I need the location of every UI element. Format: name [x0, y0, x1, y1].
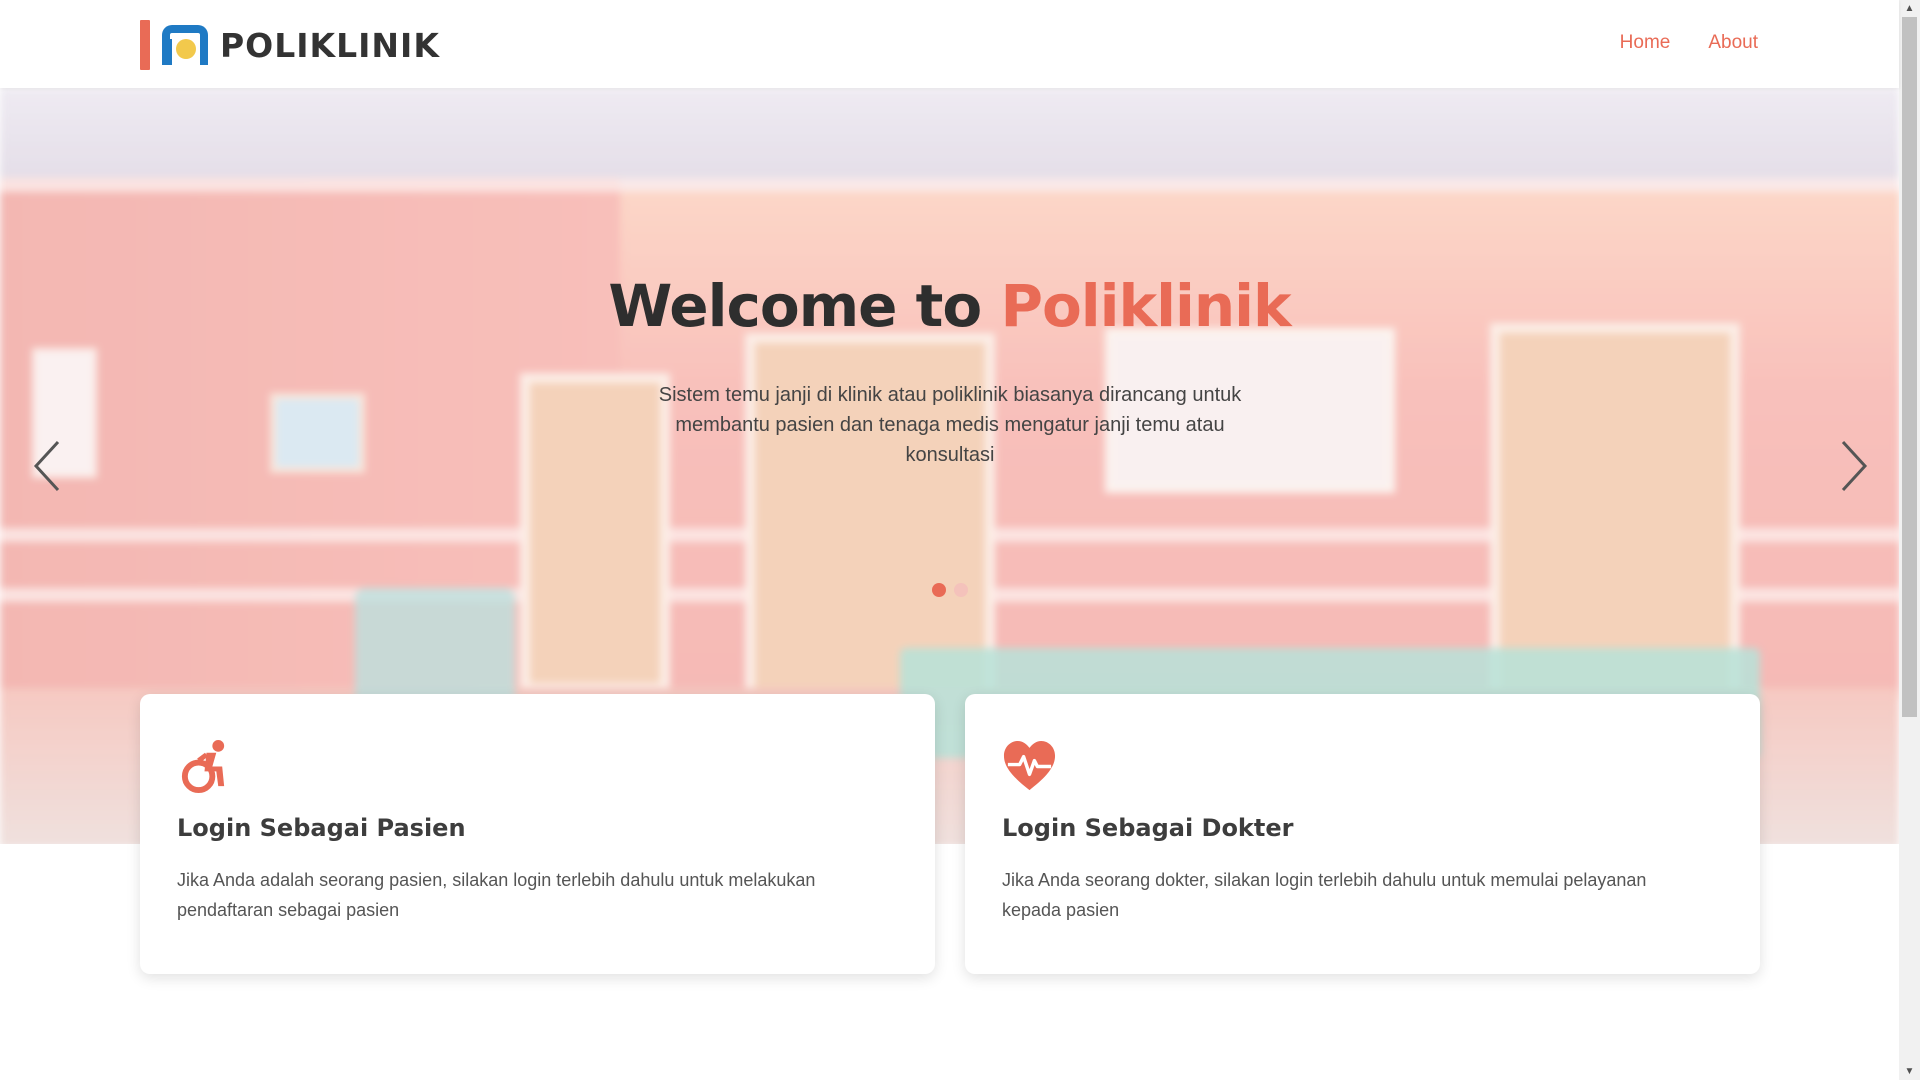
patient-login-card[interactable]: Login Sebagai Pasien Jika Anda adalah se… — [140, 694, 935, 974]
page-scrollbar[interactable]: ▲ ▼ — [1899, 0, 1920, 1080]
brand-name: POLIKLINIK — [220, 25, 440, 65]
carousel-indicator-2[interactable] — [953, 583, 968, 597]
patient-card-description: Jika Anda adalah seorang pasien, silakan… — [177, 870, 816, 920]
hero-title: Welcome to Poliklinik — [0, 272, 1899, 340]
doctor-login-card[interactable]: Login Sebagai Dokter Jika Anda seorang d… — [965, 694, 1760, 974]
scroll-up-icon[interactable]: ▲ — [1899, 0, 1920, 17]
carousel-indicator-1[interactable] — [931, 583, 946, 597]
carousel-prev-button[interactable] — [28, 438, 68, 498]
logo-bar — [140, 20, 150, 70]
scroll-down-icon[interactable]: ▼ — [1899, 1063, 1920, 1080]
heartbeat-icon — [1003, 740, 1056, 791]
nav-about-link[interactable]: About — [1708, 32, 1758, 54]
hero-description: Sistem temu janji di klinik atau polikli… — [658, 384, 1242, 466]
doctor-card-description: Jika Anda seorang dokter, silakan login … — [1002, 870, 1647, 920]
brand-logo[interactable]: POLIKLINIK — [140, 20, 440, 70]
wheelchair-icon — [181, 739, 225, 794]
carousel-indicators — [0, 583, 1899, 597]
main-nav: Home About — [1620, 32, 1758, 54]
nav-home-link[interactable]: Home — [1620, 32, 1671, 54]
carousel-next-button[interactable] — [1833, 438, 1873, 498]
logo-mark-icon — [162, 25, 208, 65]
scrollbar-thumb[interactable] — [1902, 17, 1917, 717]
doctor-card-title: Login Sebagai Dokter — [1002, 814, 1294, 842]
patient-card-title: Login Sebagai Pasien — [177, 814, 466, 842]
hero-title-prefix: Welcome to — [608, 272, 982, 340]
chevron-right-icon — [1841, 440, 1868, 492]
top-navbar: POLIKLINIK Home About — [0, 0, 1899, 88]
hero-title-accent: Poliklinik — [1000, 272, 1291, 340]
chevron-left-icon — [33, 440, 60, 492]
